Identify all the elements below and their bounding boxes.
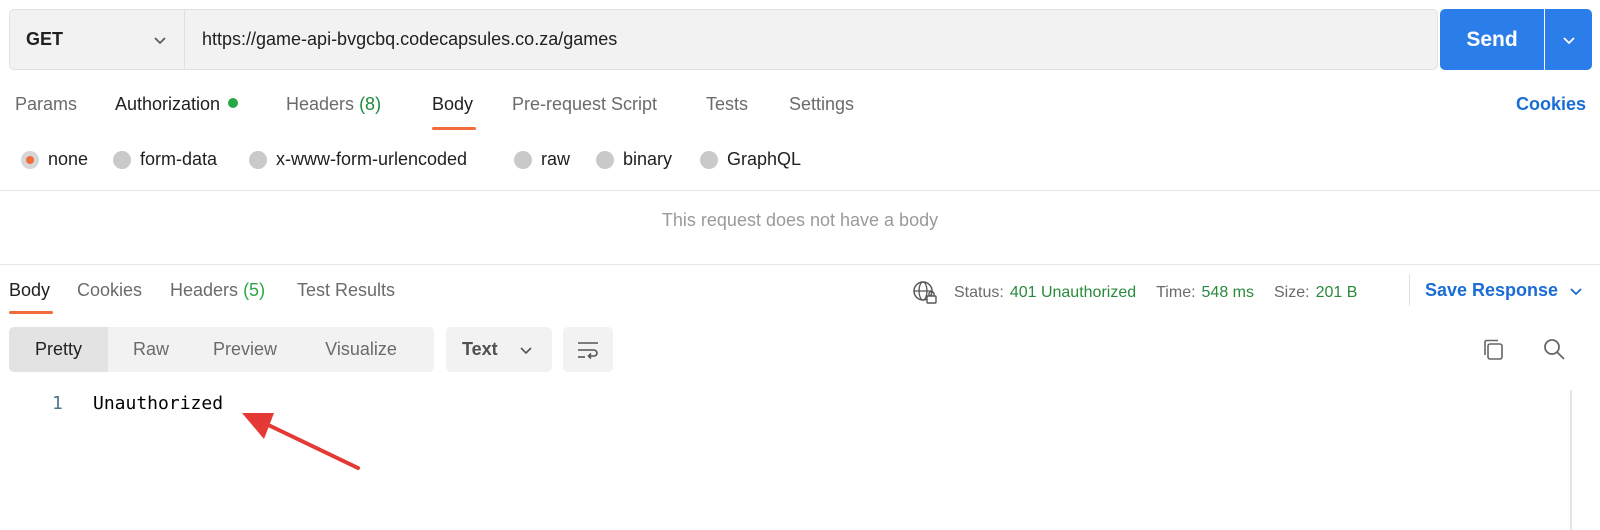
tab-label: Authorization bbox=[115, 94, 221, 114]
tab-settings[interactable]: Settings bbox=[789, 94, 854, 115]
chevron-down-icon bbox=[1570, 287, 1582, 295]
url-text: https://game-api-bvgcbq.codecapsules.co.… bbox=[202, 29, 618, 49]
code-line: Unauthorized bbox=[93, 393, 224, 414]
chevron-down-icon bbox=[154, 37, 166, 45]
radio-icon bbox=[113, 150, 131, 169]
tab-headers[interactable]: Headers (8) bbox=[286, 94, 381, 115]
radio-icon bbox=[249, 150, 267, 169]
annotation-arrow-icon bbox=[242, 413, 360, 470]
format-dropdown[interactable]: Text bbox=[446, 327, 552, 372]
globe-lock-icon[interactable] bbox=[912, 280, 938, 306]
view-preview[interactable]: Preview bbox=[194, 327, 296, 372]
radio-graphql[interactable]: GraphQL bbox=[700, 149, 801, 170]
tab-authorization[interactable]: Authorization bbox=[115, 94, 239, 115]
tab-params[interactable]: Params bbox=[15, 94, 77, 115]
response-tab-cookies[interactable]: Cookies bbox=[77, 280, 142, 301]
radio-selected-icon bbox=[21, 150, 39, 169]
time-value: 548 ms bbox=[1201, 284, 1254, 301]
scrollbar[interactable] bbox=[1570, 390, 1572, 530]
time-label: Time: bbox=[1156, 284, 1196, 301]
divider bbox=[0, 264, 1600, 265]
request-url-bar: GET https://game-api-bvgcbq.codecapsules… bbox=[9, 9, 1592, 70]
wrap-lines-button[interactable] bbox=[563, 327, 613, 372]
copy-icon[interactable] bbox=[1479, 335, 1509, 365]
send-options-button[interactable] bbox=[1545, 9, 1592, 70]
search-icon[interactable] bbox=[1540, 335, 1570, 365]
send-button[interactable]: Send bbox=[1440, 9, 1544, 70]
tab-label: Params bbox=[15, 94, 78, 114]
radio-label: none bbox=[48, 149, 89, 169]
radio-label: form-data bbox=[140, 149, 218, 169]
tab-label: Settings bbox=[789, 94, 855, 114]
view-raw[interactable]: Raw bbox=[108, 327, 194, 372]
status-value: 401 Unauthorized bbox=[1009, 284, 1137, 301]
tab-label: Tests bbox=[706, 94, 749, 114]
divider bbox=[0, 190, 1600, 191]
tab-pre-request-script[interactable]: Pre-request Script bbox=[512, 94, 657, 115]
radio-label: raw bbox=[541, 149, 571, 169]
status-dot-icon bbox=[228, 98, 239, 109]
tab-body[interactable]: Body bbox=[432, 94, 473, 115]
tab-label: Headers bbox=[286, 94, 355, 114]
wrap-lines-icon bbox=[578, 341, 598, 359]
tab-label: Cookies bbox=[77, 280, 143, 300]
radio-label: x-www-form-urlencoded bbox=[276, 149, 468, 169]
response-tab-body[interactable]: Body bbox=[9, 280, 50, 301]
tab-label: Body bbox=[9, 280, 51, 300]
divider bbox=[1409, 274, 1410, 306]
response-tabs: Body Cookies Headers (5) Test Results St… bbox=[0, 272, 1600, 316]
view-pretty[interactable]: Pretty bbox=[9, 327, 108, 372]
chevron-down-icon bbox=[1562, 36, 1575, 44]
radio-none[interactable]: none bbox=[21, 149, 88, 170]
response-status: Status: 401 Unauthorized Time: 548 ms Si… bbox=[912, 280, 1377, 306]
radio-icon bbox=[514, 150, 532, 169]
tab-label: Headers bbox=[170, 280, 239, 300]
response-tab-test-results[interactable]: Test Results bbox=[297, 280, 395, 301]
no-body-message: This request does not have a body bbox=[661, 210, 939, 230]
active-tab-indicator bbox=[9, 311, 53, 314]
body-type-radios: none form-data x-www-form-urlencoded raw… bbox=[0, 145, 1600, 181]
url-input[interactable]: https://game-api-bvgcbq.codecapsules.co.… bbox=[184, 9, 1438, 70]
view-visualize[interactable]: Visualize bbox=[296, 327, 426, 372]
save-response-button[interactable]: Save Response bbox=[1425, 280, 1584, 301]
radio-form-data[interactable]: form-data bbox=[113, 149, 217, 170]
tab-tests[interactable]: Tests bbox=[706, 94, 748, 115]
radio-raw[interactable]: raw bbox=[514, 149, 570, 170]
radio-binary[interactable]: binary bbox=[596, 149, 672, 170]
response-tab-headers[interactable]: Headers (5) bbox=[170, 280, 265, 301]
radio-x-www-form-urlencoded[interactable]: x-www-form-urlencoded bbox=[249, 149, 467, 170]
cookies-link[interactable]: Cookies bbox=[1516, 94, 1586, 115]
tab-count: (5) bbox=[243, 280, 266, 300]
radio-label: binary bbox=[623, 149, 673, 169]
request-tabs: Params Authorization Headers (8) Body Pr… bbox=[0, 84, 1600, 134]
save-response-label: Save Response bbox=[1425, 280, 1559, 300]
tab-label: Test Results bbox=[297, 280, 396, 300]
send-label: Send bbox=[1466, 27, 1518, 51]
size-value: 201 B bbox=[1315, 284, 1358, 301]
status-label: Status: bbox=[954, 284, 1004, 301]
method-select[interactable]: GET bbox=[9, 9, 184, 70]
tab-count: (8) bbox=[359, 94, 382, 114]
radio-icon bbox=[596, 150, 614, 169]
view-mode-selector: Pretty Raw Preview Visualize bbox=[9, 327, 434, 372]
line-number: 1 bbox=[52, 393, 63, 414]
chevron-down-icon bbox=[520, 347, 532, 355]
active-tab-indicator bbox=[432, 127, 476, 130]
tab-label: Body bbox=[432, 94, 474, 114]
size-label: Size: bbox=[1274, 284, 1310, 301]
tab-label: Pre-request Script bbox=[512, 94, 658, 114]
method-label: GET bbox=[26, 29, 64, 49]
radio-label: GraphQL bbox=[727, 149, 802, 169]
format-label: Text bbox=[462, 339, 498, 359]
radio-icon bbox=[700, 150, 718, 169]
